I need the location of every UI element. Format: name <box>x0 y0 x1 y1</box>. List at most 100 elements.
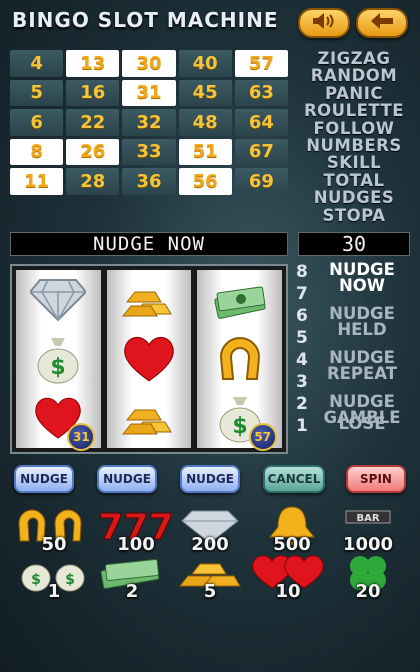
step-label: NUDGE REPEAT <box>326 348 398 383</box>
speaker-icon <box>311 12 337 34</box>
money-bag-icon: $ 57 <box>207 391 277 452</box>
horseshoe-icon <box>207 332 273 386</box>
heart-icon: 31 <box>25 391 96 452</box>
heart-icon <box>116 332 182 386</box>
sound-button[interactable] <box>298 8 350 38</box>
bingo-number-cell: 30 <box>122 50 176 77</box>
nudge-button-1[interactable]: NUDGE <box>14 465 74 493</box>
payout-amount: 500 <box>273 534 311 555</box>
bingo-number-cell: 45 <box>178 79 232 106</box>
feature-item: FOLLOW <box>313 118 395 138</box>
svg-text:$: $ <box>65 572 75 588</box>
payout-amount: 1000 <box>342 534 394 555</box>
feature-item: SKILL <box>326 153 382 173</box>
svg-text:$: $ <box>232 414 247 439</box>
reel-1: $ 31 <box>16 270 101 452</box>
svg-text:$: $ <box>31 572 41 588</box>
bingo-number-cell: 11 <box>10 168 64 195</box>
paytable-bell: 500 <box>252 505 332 555</box>
feature-item: NUDGES <box>313 188 395 208</box>
step-label: NUDGE NOW <box>329 260 395 295</box>
reels-window: $ 31 $ 57 <box>10 264 288 454</box>
back-arrow-icon <box>369 12 395 34</box>
bingo-number-cell: 69 <box>234 168 288 195</box>
gold-bars-icon <box>116 273 182 327</box>
feature-item: ZIGZAG <box>317 49 391 68</box>
paytable-cash: 2 <box>92 552 172 602</box>
payout-amount: 200 <box>191 534 229 555</box>
paytable-sevens: 777 100 <box>96 505 176 556</box>
bingo-number-cell: 63 <box>234 79 288 106</box>
bingo-number-cell: 64 <box>234 109 288 136</box>
step-number: 4 <box>296 350 308 370</box>
bingo-number-cell: 33 <box>122 138 176 165</box>
bingo-number-cell: 36 <box>122 168 176 195</box>
svg-text:$: $ <box>51 355 66 380</box>
reel-3: $ 57 <box>197 270 283 452</box>
nudge-button-3[interactable]: NUDGE <box>180 465 240 493</box>
bingo-number-cell: 56 <box>178 168 232 195</box>
bingo-number-cell: 28 <box>66 168 120 195</box>
bingo-number-cell: 16 <box>66 79 120 106</box>
spin-button[interactable]: SPIN <box>346 465 406 493</box>
bingo-number-cell: 40 <box>178 50 232 77</box>
feature-item: NUMBERS <box>306 136 402 156</box>
paytable-horseshoe: 50 <box>14 505 94 555</box>
reel-2 <box>106 270 192 448</box>
feature-item: TOTAL <box>323 170 385 190</box>
step-number: 8 <box>296 262 308 282</box>
bingo-number-cell: 48 <box>178 109 232 136</box>
bingo-number-cell: 67 <box>234 138 288 165</box>
bingo-number-cell: 32 <box>122 109 176 136</box>
paytable-money-bags: $ $ 1 <box>14 552 94 602</box>
payout-amount: 5 <box>203 581 217 602</box>
nudge-button-2[interactable]: NUDGE <box>97 465 157 493</box>
step-number: 5 <box>296 328 308 348</box>
bingo-number-cell: 6 <box>10 109 64 136</box>
bingo-number-cell: 51 <box>178 138 232 165</box>
payout-amount: 10 <box>275 581 301 602</box>
step-number: 7 <box>296 284 308 304</box>
paytable-gold-bars: 5 <box>170 552 250 602</box>
step-label: LOSE <box>338 414 386 433</box>
payout-amount: 1 <box>47 581 61 602</box>
paytable-clover: 20 <box>328 552 408 602</box>
bingo-number-cell: 26 <box>66 138 120 165</box>
bingo-number-cell: 4 <box>10 50 64 77</box>
money-bag-icon: $ <box>25 332 91 386</box>
bingo-number-cell: 5 <box>10 79 64 106</box>
feature-item: ROULETTE <box>303 101 405 121</box>
back-button[interactable] <box>356 8 408 38</box>
feature-item: RANDOM <box>310 66 398 86</box>
feature-item: STOPA <box>322 205 386 225</box>
paytable-bar: BAR 1000 <box>328 505 408 555</box>
page-title: BINGO SLOT MACHINE <box>12 8 279 32</box>
nudge-ladder: 8 NUDGE NOW 7 6 NUDGE HELD 5 4 NUDGE REPEAT 3 2 NU… <box>294 260 412 458</box>
bingo-ball: 31 <box>67 423 96 452</box>
gold-bars-icon <box>116 391 182 445</box>
step-number: 2 <box>296 394 308 414</box>
cash-stack-icon <box>207 273 273 327</box>
paytable-diamond: 200 <box>170 505 250 555</box>
feature-item: PANIC <box>325 83 383 103</box>
step-number: 6 <box>296 306 308 326</box>
diamond-icon <box>25 273 91 327</box>
payout-amount: 20 <box>355 581 381 602</box>
step-number: 3 <box>296 372 308 392</box>
feature-list: ZIGZAG RANDOM PANIC ROULETTE FOLLOW NUMBERS SK… <box>296 50 412 224</box>
credit-counter: 30 <box>298 232 410 256</box>
bingo-number-cell: 31 <box>122 79 176 106</box>
payout-amount: 2 <box>125 581 139 602</box>
svg-text:BAR: BAR <box>356 513 379 524</box>
paytable-hearts: 10 <box>248 552 328 602</box>
bingo-number-cell: 22 <box>66 109 120 136</box>
step-number: 1 <box>296 416 308 436</box>
payout-amount: 50 <box>41 534 67 555</box>
bingo-number-cell: 8 <box>10 138 64 165</box>
bingo-number-cell: 57 <box>234 50 288 77</box>
bingo-number-cell: 13 <box>66 50 120 77</box>
cancel-button[interactable]: CANCEL <box>263 465 325 493</box>
step-label: NUDGE HELD <box>329 304 395 339</box>
bingo-ball: 57 <box>248 423 277 452</box>
message-banner: NUDGE NOW <box>10 232 288 256</box>
